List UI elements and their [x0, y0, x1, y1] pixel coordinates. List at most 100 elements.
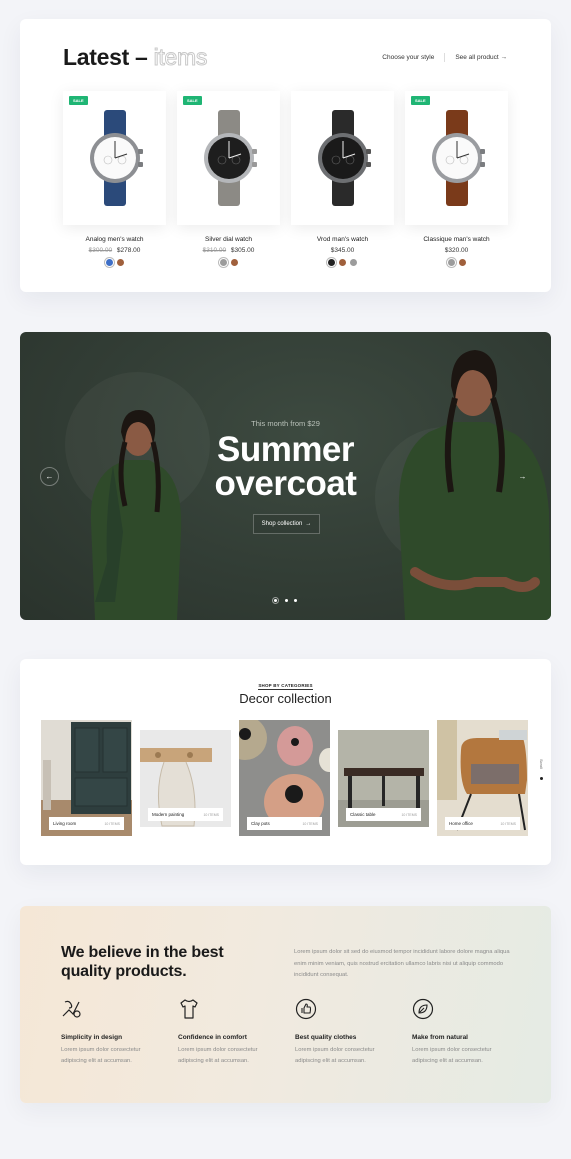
- category-card-modern-painting[interactable]: Modern painting 10 ITEMS: [140, 730, 231, 827]
- color-swatches: [291, 259, 394, 266]
- latest-title: Latest – items: [63, 44, 208, 71]
- category-count: 10 ITEMS: [104, 821, 120, 826]
- color-swatch[interactable]: [116, 259, 124, 266]
- quality-title-line2: quality products.: [61, 963, 187, 980]
- product-name[interactable]: Vrod man's watch: [291, 236, 394, 243]
- arrow-left-icon: ←: [45, 472, 54, 481]
- scroll-indicator-dot: [540, 777, 543, 780]
- leaf-icon: [412, 998, 434, 1020]
- thumbs-up-icon: [295, 998, 317, 1020]
- arrow-right-icon: →: [305, 521, 312, 527]
- carousel-dot-active[interactable]: [272, 597, 279, 604]
- sale-badge: SALE: [69, 96, 88, 105]
- feature-title: Best quality clothes: [295, 1034, 357, 1041]
- color-swatch[interactable]: [219, 259, 227, 266]
- color-swatch[interactable]: [339, 259, 346, 266]
- color-swatch[interactable]: [230, 259, 238, 266]
- feature-list: Simplicity in design Lorem ipsum dolor c…: [61, 998, 529, 1067]
- latest-items-section: Latest – items Choose your style See all…: [20, 19, 551, 292]
- category-card-clay-pots[interactable]: Clay pots 10 ITEMS: [239, 720, 330, 836]
- carousel-dot[interactable]: [285, 599, 288, 602]
- category-count: 10 ITEMS: [302, 821, 318, 826]
- feature-description: Lorem ipsum dolor consectetur adipiscing…: [61, 1047, 141, 1064]
- category-card-home-office[interactable]: Home office 10 ITEMS: [437, 720, 528, 836]
- product-card[interactable]: SALE Silver dial watch $310.00 $305.00: [177, 91, 280, 266]
- carousel-dot[interactable]: [294, 599, 297, 602]
- watch-image: [89, 110, 143, 206]
- old-price: $310.00: [202, 247, 227, 254]
- category-count: 10 ITEMS: [401, 812, 417, 817]
- sale-badge: SALE: [183, 96, 202, 105]
- category-label: Living room: [53, 821, 77, 826]
- choose-style-link[interactable]: Choose your style: [382, 54, 434, 61]
- carousel-next-button[interactable]: →: [513, 467, 532, 486]
- feature-title: Confidence in comfort: [178, 1034, 247, 1041]
- product-price: $345.00: [291, 247, 394, 254]
- quality-title: We believe in the best quality products.: [61, 943, 224, 981]
- product-name[interactable]: Silver dial watch: [177, 236, 280, 243]
- current-price: $320.00: [444, 247, 469, 254]
- carousel-prev-button[interactable]: ←: [40, 467, 59, 486]
- watch-image: [203, 110, 257, 206]
- color-swatch[interactable]: [105, 259, 113, 266]
- hero-banner: This month from $29 Summer overcoat Shop…: [20, 332, 551, 620]
- shop-collection-label: Shop collection: [261, 521, 303, 527]
- current-price: $305.00: [230, 247, 255, 254]
- category-card-classic-table[interactable]: Classic table 10 ITEMS: [338, 730, 429, 827]
- shop-collection-button[interactable]: Shop collection →: [253, 514, 320, 534]
- quality-section: We believe in the best quality products.…: [20, 906, 551, 1103]
- product-price: $310.00 $305.00: [177, 247, 280, 254]
- color-swatch[interactable]: [447, 259, 455, 266]
- see-all-products-link[interactable]: See all product →: [455, 54, 507, 61]
- quality-title-line1: We believe in the best: [61, 944, 224, 961]
- category-card-living-room[interactable]: Living room 10 ITEMS: [41, 720, 132, 836]
- kicker-label: SHOP BY CATEGORIES: [258, 683, 313, 690]
- product-image[interactable]: SALE: [177, 91, 280, 225]
- category-count: 10 ITEMS: [203, 812, 219, 817]
- hero-title-line2: overcoat: [214, 464, 357, 503]
- feature-item: Best quality clothes Lorem ipsum dolor c…: [295, 998, 412, 1067]
- color-swatches: [405, 259, 508, 266]
- decor-collection-section: SHOP BY CATEGORIES Decor collection Livi…: [20, 659, 551, 865]
- feature-title: Make from natural: [412, 1034, 468, 1041]
- quality-paragraph: Lorem ipsum dolor sit sed do eiusmod tem…: [294, 949, 510, 978]
- product-image[interactable]: [291, 91, 394, 225]
- product-image[interactable]: SALE: [63, 91, 166, 225]
- feature-item: Simplicity in design Lorem ipsum dolor c…: [61, 998, 178, 1067]
- latest-title-main: Latest –: [63, 44, 148, 70]
- old-price: $300.00: [88, 247, 113, 254]
- current-price: $345.00: [330, 247, 355, 254]
- color-swatch[interactable]: [350, 259, 357, 266]
- carousel-pagination: [272, 597, 297, 604]
- product-card[interactable]: SALE Analog men's watch $300.00 $278.00: [63, 91, 166, 266]
- hero-title: Summer overcoat: [20, 430, 551, 503]
- product-price: $300.00 $278.00: [63, 247, 166, 254]
- feature-description: Lorem ipsum dolor consectetur adipiscing…: [412, 1047, 492, 1064]
- section-kicker[interactable]: SHOP BY CATEGORIES: [20, 683, 551, 690]
- arrow-right-icon: →: [518, 472, 527, 481]
- see-all-label: See all product: [455, 54, 499, 61]
- product-card[interactable]: SALE Classique man's watch $320.00: [405, 91, 508, 266]
- link-divider: [444, 53, 446, 62]
- color-swatch[interactable]: [328, 259, 335, 266]
- sale-badge: SALE: [411, 96, 430, 105]
- design-icon: [62, 1000, 81, 1018]
- product-card[interactable]: Vrod man's watch $345.00: [291, 91, 394, 266]
- feature-item: Make from natural Lorem ipsum dolor cons…: [412, 998, 529, 1067]
- category-label: Clay pots: [251, 821, 270, 826]
- category-count: 10 ITEMS: [500, 821, 516, 826]
- product-image[interactable]: SALE: [405, 91, 508, 225]
- feature-description: Lorem ipsum dolor consectetur adipiscing…: [295, 1047, 375, 1064]
- product-name[interactable]: Analog men's watch: [63, 236, 166, 243]
- feature-title: Simplicity in design: [61, 1034, 123, 1041]
- category-tag: Home office 10 ITEMS: [445, 817, 520, 830]
- hero-title-line1: Summer: [216, 430, 355, 469]
- color-swatch[interactable]: [458, 259, 466, 266]
- watch-image: [431, 110, 485, 206]
- current-price: $278.00: [116, 247, 141, 254]
- product-price: $320.00: [405, 247, 508, 254]
- product-name[interactable]: Classique man's watch: [405, 236, 508, 243]
- latest-title-outline: items: [153, 44, 208, 71]
- category-tag: Living room 10 ITEMS: [49, 817, 124, 830]
- category-label: Home office: [449, 821, 473, 826]
